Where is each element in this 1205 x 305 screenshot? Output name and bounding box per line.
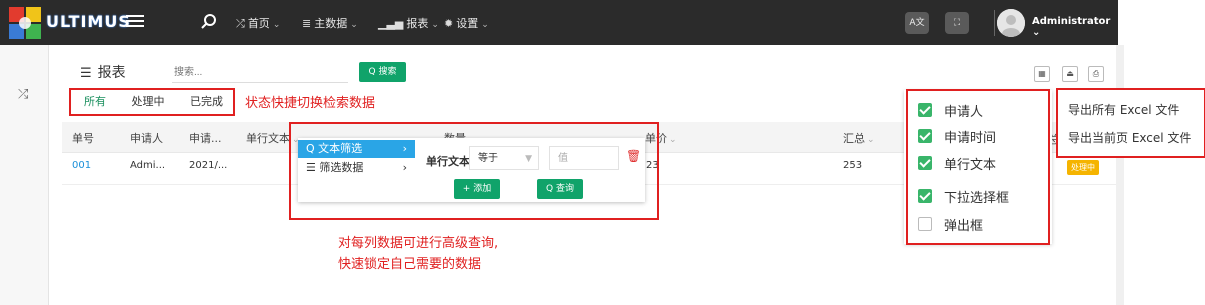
translate-icon: A文 [909,18,925,28]
checkbox-single-text[interactable] [918,156,932,170]
checkbox-applicant[interactable] [918,103,932,117]
export-page-excel-item[interactable]: 导出当前页 Excel 文件 [1068,129,1191,146]
caret-down-icon: ▼ [525,154,532,164]
topbar-divider [994,10,995,36]
database-icon: ≣ [302,17,312,30]
right-scrollbar[interactable] [1116,45,1124,305]
plus-icon: + [462,184,471,194]
page-title: ☰ 报表 [80,65,126,81]
translate-button[interactable]: A文 [905,12,929,34]
chevron-down-icon: ⌄ [350,20,358,30]
chevron-down-icon: ⌄ [431,20,439,30]
nav-master-data[interactable]: ≣ 主数据 ⌄ [302,15,358,31]
add-filter-button[interactable]: + 添加 [454,179,500,199]
fullscreen-button[interactable]: ⛶ [945,12,969,34]
logo-cube-icon [9,7,41,39]
column-header[interactable]: 申请... [189,130,222,146]
row-applicant: Admi... [130,160,166,171]
nav-home[interactable]: ⤮ 首页 ⌄ [236,15,280,31]
shuffle-icon[interactable]: ⤮ [18,87,28,102]
filter-value-input[interactable]: 值 [549,146,619,170]
checkbox-label: 申请人 [944,105,984,120]
fullscreen-icon: ⛶ [953,18,961,28]
gear-icon: ✹ [444,17,454,30]
column-header[interactable]: 单号 [72,130,94,146]
tab-completed[interactable]: 已完成 [190,95,223,108]
brand-logo-text: ULTIMUS [46,12,131,31]
grid-icon: ▦ [1038,69,1046,78]
user-menu[interactable]: Administrator ⌄ [1032,16,1118,38]
list-icon: ☰ [80,66,92,81]
chevron-down-icon: ⌄ [867,135,875,145]
trash-icon[interactable]: 🗑 [626,149,641,163]
column-chooser-button[interactable]: ▦ [1034,66,1050,82]
nav-reports[interactable]: ▁▃▅ 报表 ⌄ [378,15,439,31]
row-id-link[interactable]: 001 [72,160,91,171]
chevron-right-icon: › [402,161,407,174]
print-button[interactable]: ⎙ [1088,66,1104,82]
chevron-right-icon: › [402,142,407,155]
bar-chart-icon: ▁▃▅ [378,17,404,30]
column-header[interactable]: 申请人 [130,130,163,146]
checkbox-apply-time[interactable] [918,129,932,143]
shuffle-icon: ⤮ [236,17,245,30]
search-icon: Q [546,184,554,194]
column-header[interactable]: 汇总 ⌄ [843,130,875,146]
search-input[interactable] [172,66,346,79]
chevron-down-icon: ⌄ [481,20,489,30]
nav-settings[interactable]: ✹ 设置 ⌄ [444,15,489,31]
tab-all[interactable]: 所有 [84,95,106,108]
row-total: 253 [843,160,863,171]
search-icon: Q [368,67,376,77]
export-button[interactable]: ⏏ [1062,66,1078,82]
status-tip-annotation: 状态快捷切换检索数据 [245,96,376,111]
column-filter-popup: Q 文本筛选 › ☰ 筛选数据 › 单行文本 等于 ▼ 值 🗑 + 添加 Q 查询 [298,138,645,202]
checkbox-popup[interactable] [918,217,932,231]
left-sidebar: ⤮ [0,45,49,305]
checkbox-label: 弹出框 [944,219,984,234]
tab-processing[interactable]: 处理中 [132,95,165,108]
avatar[interactable] [997,9,1025,37]
checkbox-dropdown[interactable] [918,189,932,203]
status-badge: 处理中 [1067,160,1099,175]
query-button[interactable]: Q 查询 [537,179,583,199]
print-icon: ⎙ [1092,69,1100,78]
filter-field-label: 单行文本 [426,155,470,168]
export-all-excel-item[interactable]: 导出所有 Excel 文件 [1068,101,1179,118]
chevron-down-icon: ⌄ [669,135,677,145]
checkbox-label: 申请时间 [944,131,997,146]
search-button[interactable]: Q 搜索 [359,62,406,82]
search-icon[interactable] [200,13,218,31]
query-tip-annotation: 对每列数据可进行高级查询, 快速锁定自己需要的数据 [338,236,499,272]
export-highlight [1056,88,1205,158]
search-box [172,64,348,83]
row-date: 2021/... [189,160,228,171]
menu-filter-data[interactable]: ☰ 筛选数据 › [298,159,415,177]
checkbox-label: 单行文本 [944,158,997,173]
list-icon: ☰ [306,161,316,174]
top-navbar: ULTIMUS ⤮ 首页 ⌄ ≣ 主数据 ⌄ ▁▃▅ 报表 ⌄ ✹ 设置 ⌄ A文 ⛶ Admi… [0,0,1118,45]
operator-select[interactable]: 等于 ▼ [469,146,539,170]
menu-text-filter[interactable]: Q 文本筛选 › [298,140,415,158]
chevron-down-icon: ⌄ [1032,27,1041,38]
checkbox-label: 下拉选择框 [944,191,1010,206]
status-tabs: 所有 处理中 已完成 [84,93,245,109]
menu-toggle-icon[interactable] [126,12,144,28]
chevron-down-icon: ⌄ [272,20,281,30]
export-icon: ⏏ [1066,69,1074,78]
text-filter-icon: Q [306,142,315,155]
